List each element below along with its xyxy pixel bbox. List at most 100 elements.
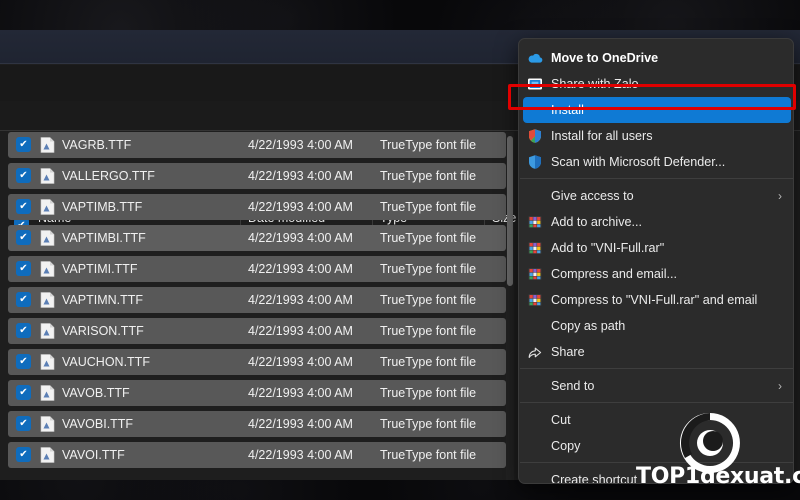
share-icon bbox=[527, 344, 543, 360]
cell-date-modified: 4/22/1993 4:00 AM bbox=[248, 386, 353, 400]
menu-item-add-to-vni-full-rar[interactable]: Add to "VNI-Full.rar" bbox=[523, 235, 791, 261]
menu-item-scan-with-microsoft-defender[interactable]: Scan with Microsoft Defender... bbox=[523, 149, 791, 175]
cell-date-modified: 4/22/1993 4:00 AM bbox=[248, 169, 353, 183]
table-row[interactable]: ✔ VAPTIMI.TTF 4/22/1993 4:00 AM TrueType fo… bbox=[8, 256, 506, 282]
font-file-icon bbox=[39, 230, 56, 246]
cell-file-name: VALLERGO.TTF bbox=[62, 169, 155, 183]
row-checkbox[interactable]: ✔ bbox=[16, 230, 31, 245]
cell-file-name: VAUCHON.TTF bbox=[62, 355, 150, 369]
row-checkbox[interactable]: ✔ bbox=[16, 385, 31, 400]
cell-type: TrueType font file bbox=[380, 293, 477, 307]
winrar-icon bbox=[527, 240, 543, 256]
menu-item-move-to-onedrive[interactable]: Move to OneDrive bbox=[523, 45, 791, 71]
menu-item-add-to-archive[interactable]: Add to archive... bbox=[523, 209, 791, 235]
chevron-right-icon: › bbox=[778, 379, 782, 393]
cell-date-modified: 4/22/1993 4:00 AM bbox=[248, 200, 353, 214]
menu-separator bbox=[520, 178, 793, 179]
cell-type: TrueType font file bbox=[380, 417, 477, 431]
menu-item-label: Compress to "VNI-Full.rar" and email bbox=[551, 293, 758, 307]
cell-date-modified: 4/22/1993 4:00 AM bbox=[248, 448, 353, 462]
cell-date-modified: 4/22/1993 4:00 AM bbox=[248, 293, 353, 307]
cell-type: TrueType font file bbox=[380, 262, 477, 276]
font-file-icon bbox=[39, 416, 56, 432]
menu-item-compress-and-email[interactable]: Compress and email... bbox=[523, 261, 791, 287]
menu-separator bbox=[520, 368, 793, 369]
cell-type: TrueType font file bbox=[380, 355, 477, 369]
onedrive-icon bbox=[527, 50, 543, 66]
font-file-icon bbox=[39, 199, 56, 215]
annotation-box-install bbox=[508, 84, 796, 110]
row-checkbox[interactable]: ✔ bbox=[16, 416, 31, 431]
table-row[interactable]: ✔ VAPTIMN.TTF 4/22/1993 4:00 AM TrueType fo… bbox=[8, 287, 506, 313]
table-row[interactable]: ✔ VAVOI.TTF 4/22/1993 4:00 AM TrueType font… bbox=[8, 442, 506, 468]
cell-date-modified: 4/22/1993 4:00 AM bbox=[248, 262, 353, 276]
watermark-text: TOP1dexuat.com bbox=[636, 464, 800, 489]
menu-item-give-access-to[interactable]: Give access to › bbox=[523, 183, 791, 209]
winrar-icon bbox=[527, 214, 543, 230]
defender-icon bbox=[527, 154, 543, 170]
scrollbar-thumb[interactable] bbox=[507, 136, 513, 286]
menu-item-label: Give access to bbox=[551, 189, 634, 203]
table-row[interactable]: ✔ VARISON.TTF 4/22/1993 4:00 AM TrueType fo… bbox=[8, 318, 506, 344]
row-checkbox[interactable]: ✔ bbox=[16, 261, 31, 276]
row-checkbox[interactable]: ✔ bbox=[16, 168, 31, 183]
uac-shield-icon bbox=[527, 128, 543, 144]
table-row[interactable]: ✔ VALLERGO.TTF 4/22/1993 4:00 AM TrueType f… bbox=[8, 163, 506, 189]
menu-item-label: Move to OneDrive bbox=[551, 51, 659, 65]
row-checkbox[interactable]: ✔ bbox=[16, 354, 31, 369]
cell-file-name: VARISON.TTF bbox=[62, 324, 144, 338]
menu-item-compress-to-vni-full-rar-and-email[interactable]: Compress to "VNI-Full.rar" and email bbox=[523, 287, 791, 313]
table-row[interactable]: ✔ VAUCHON.TTF 4/22/1993 4:00 AM TrueType fo… bbox=[8, 349, 506, 375]
table-row[interactable]: ✔ VAVOBI.TTF 4/22/1993 4:00 AM TrueType fon… bbox=[8, 411, 506, 437]
cell-file-name: VAPTIMN.TTF bbox=[62, 293, 144, 307]
table-row[interactable]: ✔ VAPTIMBI.TTF 4/22/1993 4:00 AM TrueType f… bbox=[8, 225, 506, 251]
cell-date-modified: 4/22/1993 4:00 AM bbox=[248, 355, 353, 369]
menu-item-send-to[interactable]: Send to › bbox=[523, 373, 791, 399]
font-file-icon bbox=[39, 354, 56, 370]
table-row[interactable]: ✔ VAPTIMB.TTF 4/22/1993 4:00 AM TrueType fo… bbox=[8, 194, 506, 220]
cell-file-name: VAPTIMB.TTF bbox=[62, 200, 143, 214]
menu-item-label: Add to "VNI-Full.rar" bbox=[551, 241, 665, 255]
cell-type: TrueType font file bbox=[380, 324, 477, 338]
menu-item-copy[interactable]: Copy bbox=[523, 433, 791, 459]
screen: ⌃ ✔ Name Date modified Type Size ✔VAGRB.… bbox=[0, 0, 800, 500]
table-row[interactable]: ✔ VAVOB.TTF 4/22/1993 4:00 AM TrueType font… bbox=[8, 380, 506, 406]
menu-item-share[interactable]: Share bbox=[523, 339, 791, 365]
menu-item-label: Compress and email... bbox=[551, 267, 677, 281]
font-file-icon bbox=[39, 447, 56, 463]
chevron-right-icon: › bbox=[778, 189, 782, 203]
cell-file-name: VAVOBI.TTF bbox=[62, 417, 134, 431]
menu-separator bbox=[520, 462, 793, 463]
cell-type: TrueType font file bbox=[380, 386, 477, 400]
menu-item-cut[interactable]: Cut bbox=[523, 407, 791, 433]
menu-item-label: Create shortcut bbox=[551, 473, 638, 484]
cell-type: TrueType font file bbox=[380, 169, 477, 183]
font-file-icon bbox=[39, 168, 56, 184]
font-file-icon bbox=[39, 261, 56, 277]
menu-item-label: Cut bbox=[551, 413, 571, 427]
menu-item-label: Copy as path bbox=[551, 319, 626, 333]
menu-item-copy-as-path[interactable]: Copy as path bbox=[523, 313, 791, 339]
cell-date-modified: 4/22/1993 4:00 AM bbox=[248, 138, 353, 152]
cell-type: TrueType font file bbox=[380, 231, 477, 245]
row-checkbox[interactable]: ✔ bbox=[16, 323, 31, 338]
font-file-icon bbox=[39, 385, 56, 401]
cell-file-name: VAPTIMBI.TTF bbox=[62, 231, 146, 245]
row-checkbox[interactable]: ✔ bbox=[16, 292, 31, 307]
cell-type: TrueType font file bbox=[380, 200, 477, 214]
row-checkbox[interactable]: ✔ bbox=[16, 199, 31, 214]
cell-file-name: VAPTIMI.TTF bbox=[62, 262, 138, 276]
menu-item-label: Copy bbox=[551, 439, 581, 453]
cell-type: TrueType font file bbox=[380, 448, 477, 462]
table-row[interactable]: ✔ VAGRB.TTF 4/22/1993 4:00 AM TrueType font… bbox=[8, 132, 506, 158]
row-checkbox[interactable]: ✔ bbox=[16, 447, 31, 462]
winrar-icon bbox=[527, 266, 543, 282]
cell-date-modified: 4/22/1993 4:00 AM bbox=[248, 231, 353, 245]
cell-type: TrueType font file bbox=[380, 138, 477, 152]
row-checkbox[interactable]: ✔ bbox=[16, 137, 31, 152]
cell-file-name: VAVOI.TTF bbox=[62, 448, 125, 462]
winrar-icon bbox=[527, 292, 543, 308]
font-file-icon bbox=[39, 137, 56, 153]
cell-file-name: VAGRB.TTF bbox=[62, 138, 132, 152]
menu-item-install-for-all-users[interactable]: Install for all users bbox=[523, 123, 791, 149]
